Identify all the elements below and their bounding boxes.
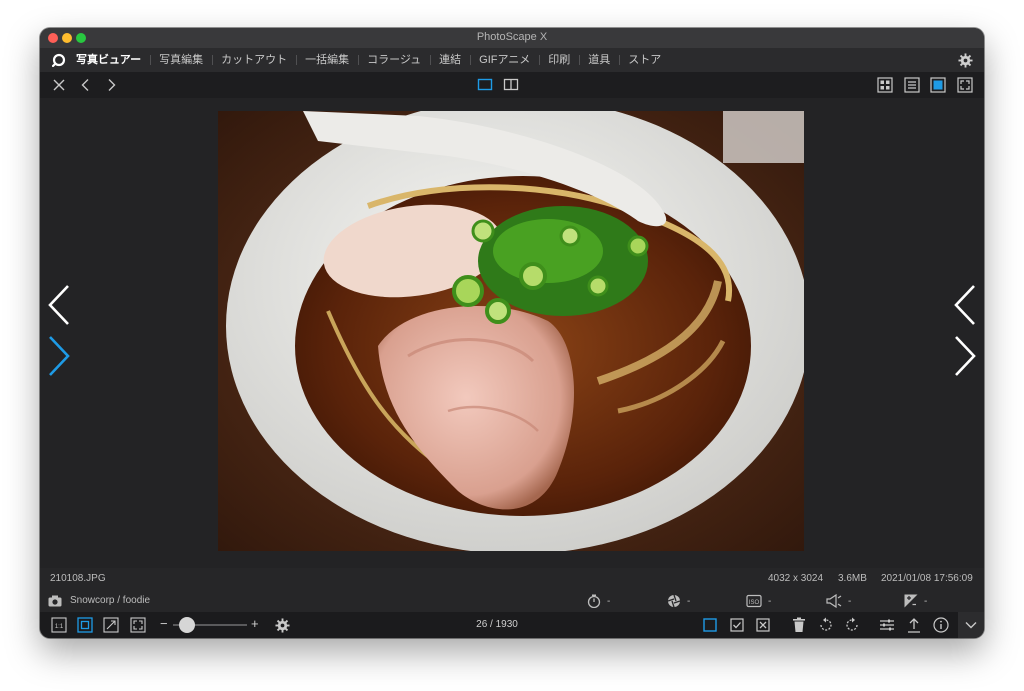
forward-icon[interactable] (102, 76, 120, 94)
menu-photo-edit[interactable]: 写真編集 (150, 48, 212, 72)
app-window: PhotoScape X 写真ビュアー 写真編集 カットアウト 一括編集 コラー… (40, 28, 984, 638)
right-next-arrow-icon[interactable] (952, 335, 978, 377)
menu-collage[interactable]: コラージュ (358, 48, 430, 72)
menu-batch-edit[interactable]: 一括編集 (296, 48, 358, 72)
close-icon[interactable] (50, 76, 68, 94)
exif-aperture: - (667, 594, 690, 608)
rotate-right-icon[interactable] (843, 616, 861, 634)
menu-gif-animation[interactable]: GIFアニメ (470, 48, 539, 72)
menu-store[interactable]: ストア (619, 48, 670, 72)
grid-view-icon[interactable] (876, 76, 894, 94)
left-prev-arrow-icon[interactable] (46, 284, 72, 326)
info-icon[interactable] (932, 616, 950, 634)
adjust-sliders-icon[interactable] (878, 616, 896, 634)
list-view-icon[interactable] (903, 76, 921, 94)
photo-viewer (40, 98, 984, 568)
menu-photo-viewer[interactable]: 写真ビュアー (76, 48, 150, 72)
file-info-bar: 210108.JPG 4032 x 3024 3.6MB 2021/01/08 … (40, 568, 984, 590)
back-icon[interactable] (77, 76, 95, 94)
single-view-icon[interactable] (476, 76, 494, 94)
split-view-icon[interactable] (502, 76, 520, 94)
exif-exposure: - (826, 594, 851, 608)
window-title: PhotoScape X (476, 31, 548, 43)
chevron-down-icon (965, 622, 977, 629)
expand-panel-button[interactable] (958, 612, 984, 638)
exif-iso: ISO - (746, 594, 771, 608)
dimensions-label: 4032 x 3024 (768, 573, 824, 584)
aperture-icon (667, 594, 681, 608)
select-icon[interactable] (701, 616, 719, 634)
menu-cutout[interactable]: カットアウト (212, 48, 296, 72)
photoscape-logo-icon[interactable] (52, 53, 66, 67)
single-image-view-icon[interactable] (929, 76, 947, 94)
shutter-speed-icon (587, 594, 601, 608)
exposure-icon (826, 594, 842, 608)
svg-text:ISO: ISO (749, 600, 760, 606)
menu-print[interactable]: 印刷 (539, 48, 579, 72)
settings-gear-icon[interactable] (958, 53, 973, 68)
trash-icon[interactable] (790, 616, 808, 634)
filename-label: 210108.JPG (50, 573, 106, 584)
exif-shutter: - (587, 594, 610, 608)
exposure-value-icon (904, 594, 918, 608)
rotate-left-icon[interactable] (817, 616, 835, 634)
right-prev-arrow-icon[interactable] (952, 284, 978, 326)
filesize-label: 3.6MB (838, 573, 867, 584)
iso-icon: ISO (746, 594, 762, 608)
ramen-photo[interactable] (218, 111, 804, 551)
exif-ev: - (904, 594, 927, 608)
menu-combine[interactable]: 連結 (430, 48, 470, 72)
left-next-arrow-icon[interactable] (46, 335, 72, 377)
camera-icon (48, 595, 62, 607)
viewer-toolbar (40, 72, 984, 98)
datetime-label: 2021/01/08 17:56:09 (881, 573, 973, 584)
fullscreen-icon[interactable] (956, 76, 974, 94)
title-bar: PhotoScape X (40, 28, 984, 48)
camera-model-label: Snowcorp / foodie (70, 595, 151, 606)
check-icon[interactable] (728, 616, 746, 634)
menu-tools[interactable]: 道具 (579, 48, 619, 72)
uncheck-icon[interactable] (754, 616, 772, 634)
bottom-toolbar: 1:1 − + 26 / 1930 (40, 612, 984, 638)
main-menu: 写真ビュアー 写真編集 カットアウト 一括編集 コラージュ 連結 GIFアニメ … (40, 48, 984, 72)
share-upload-icon[interactable] (905, 616, 923, 634)
exif-bar: Snowcorp / foodie - - ISO - - - (40, 590, 984, 612)
